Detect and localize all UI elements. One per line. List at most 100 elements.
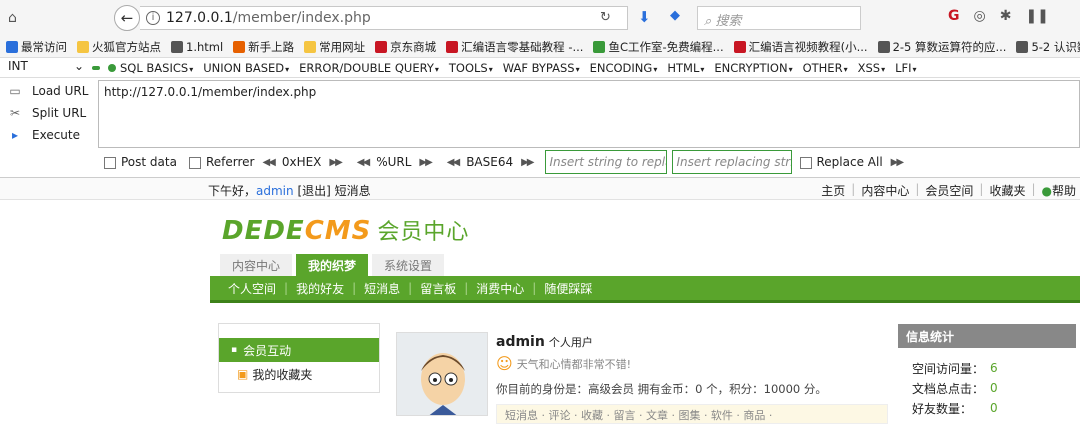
profile-user-type: 个人用户 <box>548 336 593 349</box>
stat-label: 好友数量： <box>912 401 973 416</box>
minus-icon[interactable] <box>92 65 100 70</box>
hackbar-menu-item[interactable]: TOOLS <box>449 61 493 75</box>
footprint-icon[interactable]: ❚❚ <box>1025 8 1048 24</box>
subnav-item[interactable]: 我的好友 <box>296 280 344 297</box>
hackbar-menu-item[interactable]: HTML <box>667 61 704 75</box>
plus-icon[interactable] <box>108 63 116 72</box>
execute-button[interactable]: ▸ Execute <box>8 126 88 143</box>
replace-right-icon[interactable]: ▶▶ <box>891 157 904 168</box>
bookmark-icon <box>1016 40 1029 53</box>
hex-decode-icon[interactable]: ◀◀ <box>262 157 275 168</box>
split-url-button[interactable]: ✂ Split URL <box>8 104 88 121</box>
username-link[interactable]: admin <box>256 184 294 198</box>
hackbar-actions: ▭ Load URL ✂ Split URL ▸ Execute <box>8 82 88 143</box>
greeting: 下午好，admin [退出] 短消息 <box>208 182 371 199</box>
referrer-checkbox[interactable] <box>188 157 201 169</box>
address-bar[interactable]: i 127.0.0.1/member/index.php <box>140 6 628 30</box>
bookmark-item[interactable]: 汇编语言视频教程(小... <box>733 39 868 55</box>
back-button[interactable]: ← <box>114 5 140 31</box>
replace-find-input[interactable]: Insert string to replace <box>544 150 667 174</box>
logout-link[interactable]: [退出] <box>297 184 330 198</box>
hackbar-menu-item[interactable]: ERROR/DOUBLE QUERY <box>299 61 439 75</box>
dedecms-logo[interactable]: DEDECMS 会员中心 <box>222 214 469 246</box>
hackbar-menu-item[interactable]: XSS <box>858 61 886 75</box>
base64-label: BASE64 <box>466 155 514 169</box>
url-decode-icon[interactable]: ◀◀ <box>357 157 370 168</box>
minus-box-icon: ▪ <box>231 345 238 355</box>
bookmark-item[interactable]: 汇编语言零基础教程 -... <box>446 39 583 55</box>
bookmark-item[interactable]: 最常访问 <box>6 39 67 55</box>
bookmark-item[interactable]: 鱼C工作室-免费编程... <box>593 39 724 55</box>
hex-label: 0xHEX <box>281 155 322 169</box>
tab-content-center[interactable]: 内容中心 <box>220 254 293 276</box>
hackbar-menu-item[interactable]: ENCODING <box>590 61 658 75</box>
profile-info: 你目前的身份是：高级会员 拥有金币：0 个，积分：10000 分。 <box>496 382 827 396</box>
gm-icon[interactable]: G <box>948 8 960 24</box>
bookmark-item[interactable]: 5-2 认识数 <box>1016 39 1080 55</box>
bookmark-label: 鱼C工作室-免费编程... <box>608 39 724 54</box>
execute-label: Execute <box>32 127 80 142</box>
tab-system-settings[interactable]: 系统设置 <box>372 254 445 276</box>
content-center-link[interactable]: 内容中心 <box>861 182 909 199</box>
bookmark-label: 新手上路 <box>248 39 295 54</box>
tab-my-dream[interactable]: 我的织梦 <box>296 254 369 276</box>
hackbar-menu-item[interactable]: OTHER <box>803 61 848 75</box>
replace-all-label: Replace All <box>816 155 883 169</box>
extension-icon[interactable]: ◎ <box>974 8 986 24</box>
subnav-item[interactable]: 短消息 <box>364 280 400 297</box>
load-url-label: Load URL <box>32 83 89 98</box>
browser-toolbar: ⌂ ← i 127.0.0.1/member/index.php ↻ ⬇ ◆ ⌕… <box>0 0 1080 36</box>
hackbar-menu-item[interactable]: LFI <box>895 61 916 75</box>
search-input[interactable]: ⌕ 搜索 <box>697 6 861 30</box>
reload-icon[interactable]: ↻ <box>600 10 611 25</box>
url-textarea[interactable]: http://127.0.0.1/member/index.php <box>98 80 1080 148</box>
bookmark-item[interactable]: 常用网址 <box>304 39 365 55</box>
hackbar-menu-item[interactable]: WAF BYPASS <box>503 61 580 75</box>
post-data-checkbox[interactable] <box>104 157 116 169</box>
replace-all-checkbox[interactable] <box>799 157 812 169</box>
subnav-item[interactable]: 留言板 <box>420 280 456 297</box>
info-icon[interactable]: i <box>146 11 160 25</box>
home-link[interactable]: 主页 <box>821 182 845 199</box>
bookmark-item[interactable]: 京东商城 <box>375 39 436 55</box>
base64-encode-icon[interactable]: ▶▶ <box>521 157 534 168</box>
sync-icon[interactable]: ◆ <box>670 8 680 23</box>
hackbar-menu-item[interactable]: ENCRYPTION <box>714 61 792 75</box>
logo-member-center: 会员中心 <box>377 220 470 245</box>
stat-value: 0 <box>990 401 998 415</box>
bookmark-item[interactable]: 新手上路 <box>233 39 294 55</box>
bookmark-item[interactable]: 1.html <box>171 40 223 54</box>
url-encode-icon[interactable]: ▶▶ <box>419 157 432 168</box>
stat-row: 好友数量： 0 <box>898 398 1076 418</box>
bookmark-item[interactable]: 2-5 算数运算符的应... <box>877 39 1006 55</box>
bookmark-item[interactable]: 火狐官方站点 <box>77 39 161 55</box>
help-label: 帮助 <box>1051 184 1076 198</box>
hackbar-menu-item[interactable]: SQL BASICS <box>120 61 193 75</box>
stats-panel: 信息统计 空间访问量： 6 文档总点击： 0 好友数量： 0 <box>898 324 1076 418</box>
subnav-item[interactable]: 消费中心 <box>476 280 524 297</box>
injection-type-select[interactable]: INT ⌄ <box>6 59 88 77</box>
sidebar-item-member-interaction[interactable]: ▪ 会员互动 <box>219 338 379 362</box>
subnav-item[interactable]: 个人空间 <box>228 280 276 297</box>
url-host: 127.0.0.1 <box>166 10 233 26</box>
hex-encode-icon[interactable]: ▶▶ <box>329 157 342 168</box>
subnav-item[interactable]: 随便踩踩 <box>544 280 592 297</box>
sidebar-item-favorites[interactable]: ▣ 我的收藏夹 <box>219 362 379 386</box>
hackbar-menu-item[interactable]: UNION BASED <box>203 61 289 75</box>
load-url-button[interactable]: ▭ Load URL <box>8 82 88 99</box>
base64-decode-icon[interactable]: ◀◀ <box>447 157 460 168</box>
sms-link[interactable]: 短消息 <box>335 184 371 198</box>
home-icon[interactable]: ⌂ <box>8 10 17 26</box>
bookmark-icon <box>233 40 246 53</box>
avatar[interactable] <box>396 332 488 416</box>
help-link[interactable]: ●帮助 <box>1042 182 1077 199</box>
stat-value: 6 <box>990 361 998 375</box>
bug-icon[interactable]: ✱ <box>1000 8 1012 24</box>
member-space-link[interactable]: 会员空间 <box>925 182 973 199</box>
download-icon[interactable]: ⬇ <box>638 8 651 26</box>
scissors-icon: ✂ <box>9 105 21 120</box>
profile-mood: ☺ 天气和心情都非常不错! <box>496 354 631 373</box>
replace-with-input[interactable]: Insert replacing string <box>671 150 792 174</box>
stat-label: 文档总点击： <box>912 381 985 396</box>
favorites-link[interactable]: 收藏夹 <box>989 182 1025 199</box>
